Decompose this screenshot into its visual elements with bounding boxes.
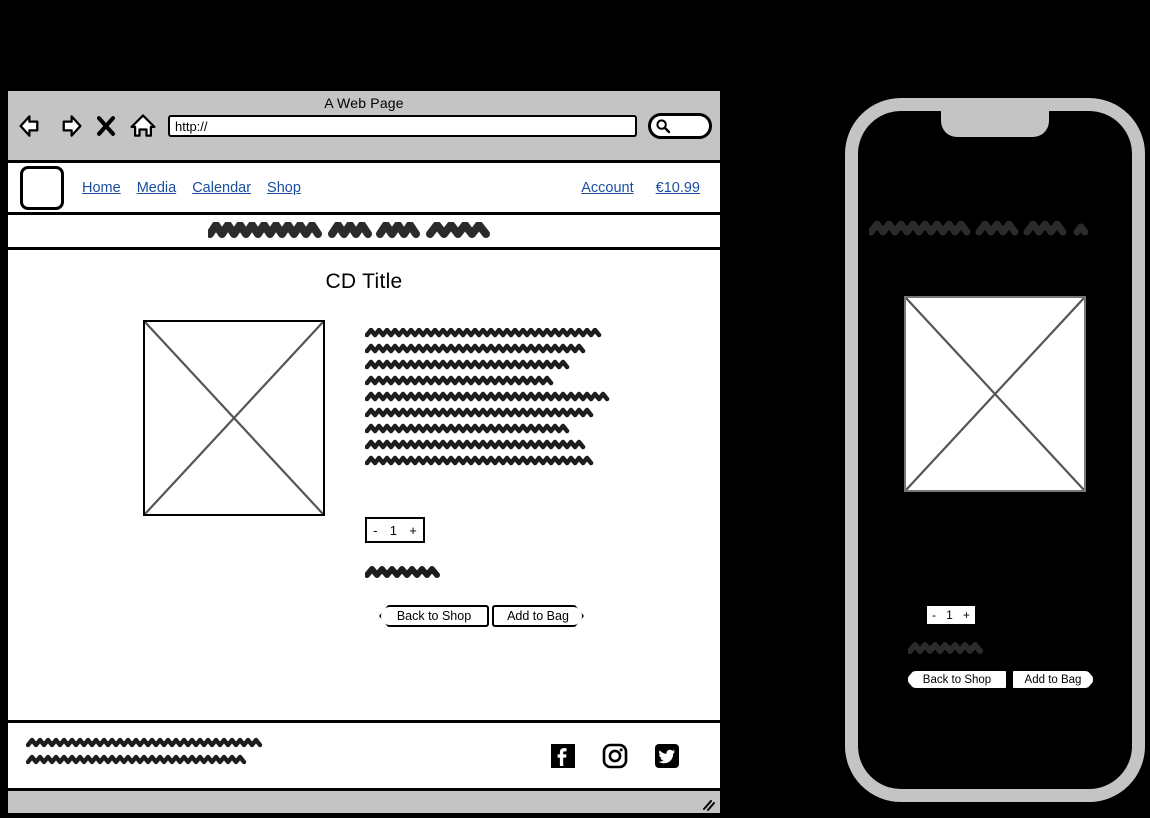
footer-scribble-text [25, 737, 263, 765]
product-description-placeholder [364, 327, 615, 485]
page-title: CD Title [325, 270, 403, 293]
banner-scribble-text [208, 222, 490, 238]
phone-add-to-bag-button[interactable]: Add to Bag [1011, 669, 1095, 690]
product-detail-column: - 1 + Back to Shop Add to Bag [364, 320, 615, 627]
cart-total-amount[interactable]: €10.99 [656, 180, 700, 196]
product-action-buttons: Back to Shop Add to Bag [379, 605, 615, 627]
add-to-bag-button[interactable]: Add to Bag [492, 605, 584, 627]
nav-link-account[interactable]: Account [581, 180, 633, 196]
site-navigation-bar: Home Media Calendar Shop Account €10.99 [8, 163, 720, 215]
footer-social-links [550, 743, 702, 769]
url-input[interactable]: http:// [168, 115, 637, 137]
footer-text-placeholder [25, 736, 276, 775]
primary-nav-links: Home Media Calendar Shop [82, 180, 301, 196]
browser-chrome: A Web Page http:// [8, 91, 720, 163]
quantity-stepper[interactable]: - 1 + [365, 517, 425, 543]
phone-screen: - 1 + Back to Shop Add to Bag [858, 111, 1132, 789]
phone-stock-note-placeholder [907, 641, 984, 659]
back-arrow-icon[interactable] [18, 112, 46, 140]
home-icon[interactable] [129, 112, 157, 140]
resize-grip-icon[interactable] [701, 798, 715, 812]
phone-image-placeholder-x-icon [906, 298, 1084, 490]
quantity-value: 1 [389, 522, 397, 538]
product-page-body: CD Title - 1 + Back to Shop Add to Bag [8, 250, 720, 720]
nav-link-home[interactable]: Home [82, 180, 121, 196]
nav-link-shop[interactable]: Shop [267, 180, 301, 196]
secondary-nav-links: Account €10.99 [581, 180, 708, 196]
forward-arrow-icon[interactable] [55, 112, 83, 140]
nav-link-media[interactable]: Media [137, 180, 177, 196]
image-placeholder-x-icon [145, 322, 323, 514]
browser-search-box[interactable] [648, 113, 712, 139]
stop-x-icon[interactable] [92, 112, 120, 140]
instagram-icon[interactable] [602, 743, 628, 769]
phone-quantity-value: 1 [946, 608, 953, 622]
browser-window: A Web Page http:// Home Media Calendar S… [5, 88, 723, 813]
quantity-increment-button[interactable]: + [409, 523, 417, 538]
browser-status-bar [8, 788, 720, 813]
back-to-shop-button[interactable]: Back to Shop [379, 605, 489, 627]
description-scribble-text [364, 327, 610, 466]
phone-mockup: - 1 + Back to Shop Add to Bag [845, 98, 1145, 802]
site-banner [8, 215, 720, 250]
quantity-decrement-button[interactable]: - [373, 523, 377, 538]
browser-window-title: A Web Page [324, 95, 404, 111]
magnifier-icon [656, 119, 671, 134]
browser-toolbar: http:// [8, 111, 720, 140]
url-text: http:// [175, 118, 208, 134]
stock-scribble-text [364, 566, 440, 578]
phone-quantity-increment-button[interactable]: + [963, 608, 970, 622]
product-detail-row: - 1 + Back to Shop Add to Bag [8, 294, 720, 627]
phone-product-image-placeholder [904, 296, 1086, 492]
product-image-placeholder [143, 320, 325, 516]
site-footer [8, 720, 720, 788]
facebook-icon[interactable] [550, 743, 576, 769]
stock-note-placeholder [364, 565, 615, 583]
twitter-icon[interactable] [654, 743, 680, 769]
phone-stock-scribble-text [907, 642, 983, 654]
site-logo[interactable] [20, 165, 64, 210]
phone-quantity-stepper[interactable]: - 1 + [925, 604, 977, 626]
phone-banner-placeholder [858, 221, 1132, 237]
phone-back-to-shop-button[interactable]: Back to Shop [906, 669, 1008, 690]
phone-action-buttons: Back to Shop Add to Bag [906, 669, 1095, 690]
phone-banner-scribble-text [869, 221, 1089, 236]
phone-quantity-decrement-button[interactable]: - [932, 608, 936, 622]
nav-link-calendar[interactable]: Calendar [192, 180, 251, 196]
